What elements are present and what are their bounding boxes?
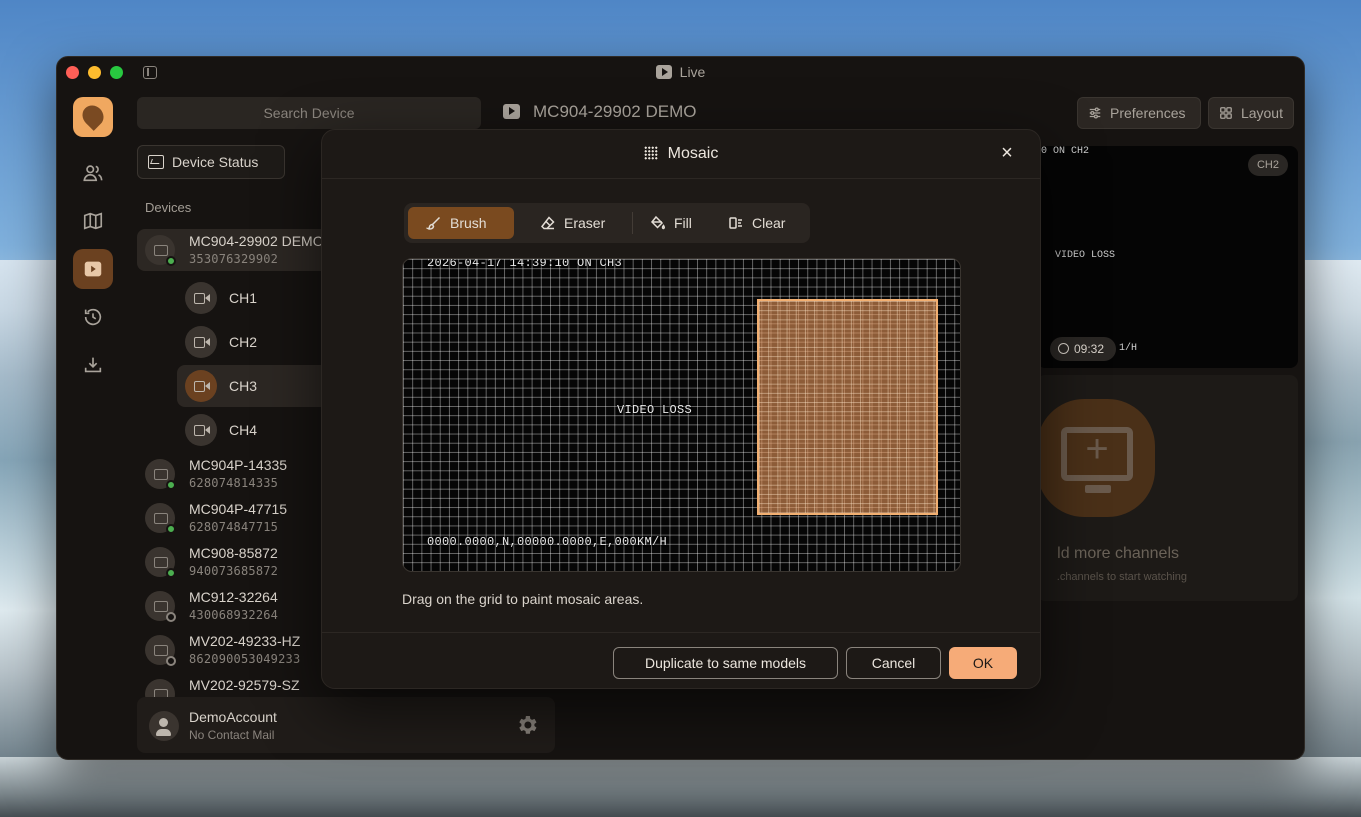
monitor-stand xyxy=(1085,485,1111,493)
add-channels-tile[interactable]: ld more channels channels to start watch… xyxy=(1037,375,1298,601)
ok-button[interactable]: OK xyxy=(949,647,1017,679)
fill-icon xyxy=(650,215,666,230)
osd-status: VIDEO LOSS xyxy=(617,403,693,417)
vehicle-icon xyxy=(145,679,175,697)
cancel-button[interactable]: Cancel xyxy=(846,647,941,679)
channel-badge: CH2 xyxy=(1248,154,1288,176)
add-channels-title: ld more channels xyxy=(1057,545,1179,562)
tile-osd-top: 0 ON CH2 xyxy=(1041,146,1090,157)
sliders-icon xyxy=(1089,107,1101,119)
add-monitor-icon xyxy=(1061,427,1133,481)
wallpaper-snow-right xyxy=(1301,260,1361,780)
devices-section-label: Devices xyxy=(145,200,192,215)
window-title: Live xyxy=(57,64,1304,80)
account-card: DemoAccount No Contact Mail xyxy=(137,697,555,753)
rail-download[interactable] xyxy=(73,345,113,385)
download-icon xyxy=(84,357,102,373)
rail-users[interactable] xyxy=(73,153,113,193)
camera-icon xyxy=(185,326,217,358)
eraser-icon xyxy=(541,216,555,230)
eraser-tool-button[interactable]: Eraser xyxy=(522,207,622,239)
gear-icon[interactable] xyxy=(515,713,539,737)
mosaic-dialog: Mosaic × Brush Eraser Fill Clear 2026-04… xyxy=(321,129,1041,689)
camera-icon xyxy=(185,370,217,402)
user-avatar-icon xyxy=(149,711,179,741)
live-title-icon xyxy=(655,65,672,79)
online-status-dot xyxy=(166,256,176,266)
map-icon xyxy=(83,212,103,230)
layout-button[interactable]: Layout xyxy=(1208,97,1294,129)
wallpaper-rocks xyxy=(0,757,1361,817)
camera-icon xyxy=(185,414,217,446)
mosaic-hint-text: Drag on the grid to paint mosaic areas. xyxy=(402,591,644,607)
titlebar: Live xyxy=(57,57,1304,89)
mosaic-icon xyxy=(643,146,658,160)
fill-tool-button[interactable]: Fill xyxy=(644,207,716,239)
offline-status-dot xyxy=(166,656,176,666)
monitor-chart-icon xyxy=(148,155,164,169)
brush-tool-button[interactable]: Brush xyxy=(408,207,514,239)
app-logo xyxy=(73,97,113,137)
osd-timestamp: 2026-04-17 14:39:10 ON CH3 xyxy=(427,258,623,270)
rail-live[interactable] xyxy=(73,249,113,289)
users-icon xyxy=(83,165,103,182)
online-status-dot xyxy=(166,480,176,490)
nav-rail xyxy=(57,89,129,759)
history-icon xyxy=(84,308,102,326)
online-status-dot xyxy=(166,524,176,534)
brush-icon xyxy=(426,216,441,230)
offline-status-dot xyxy=(166,612,176,622)
tile-osd-status: VIDEO LOSS xyxy=(1055,250,1116,261)
preferences-button[interactable]: Preferences xyxy=(1077,97,1201,129)
rail-history[interactable] xyxy=(73,297,113,337)
toolbar-divider xyxy=(632,212,633,234)
clear-icon xyxy=(729,217,742,229)
mosaic-toolbar: Brush Eraser Fill Clear xyxy=(404,203,810,243)
mosaic-dialog-footer: Duplicate to same models Cancel OK xyxy=(322,632,1040,690)
online-status-dot xyxy=(166,568,176,578)
timer-badge: 09:32 xyxy=(1050,337,1116,361)
mosaic-dialog-header: Mosaic × xyxy=(322,130,1040,179)
mosaic-dialog-title: Mosaic xyxy=(322,145,1040,163)
painted-mosaic-area[interactable] xyxy=(757,299,938,515)
search-device-input[interactable]: Search Device xyxy=(137,97,481,129)
camera-icon xyxy=(185,282,217,314)
duplicate-to-same-models-button[interactable]: Duplicate to same models xyxy=(613,647,838,679)
add-channels-subtitle: channels to start watching. xyxy=(1056,571,1187,583)
wallpaper-snow-left xyxy=(0,260,60,760)
rail-map[interactable] xyxy=(73,201,113,241)
mosaic-grid-canvas[interactable]: 2026-04-17 14:39:10 ON CH3 VIDEO LOSS 00… xyxy=(402,258,961,572)
tile-osd-bottom: 1/H xyxy=(1119,343,1138,354)
live-icon xyxy=(84,261,102,277)
video-tile-ch2[interactable]: 0 ON CH2 VIDEO LOSS 1/H CH2 09:32 xyxy=(1037,146,1298,368)
live-icon xyxy=(503,104,520,119)
device-status-button[interactable]: Device Status xyxy=(137,145,285,179)
grid-icon xyxy=(1220,107,1232,119)
main-title: MC904-29902 DEMO xyxy=(533,102,697,121)
clear-tool-button[interactable]: Clear xyxy=(722,207,802,239)
osd-gps: 0000.0000,N,00000.0000,E,000KM/H xyxy=(427,535,668,549)
close-dialog-button[interactable]: × xyxy=(998,143,1016,163)
